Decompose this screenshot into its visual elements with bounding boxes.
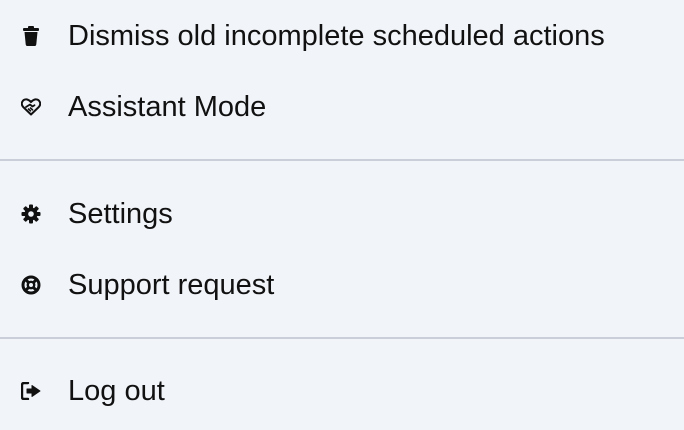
menu-item-settings[interactable]: Settings <box>0 187 684 241</box>
menu-divider <box>0 337 684 339</box>
menu-item-support-request[interactable]: Support request <box>0 258 684 312</box>
menu-item-label: Log out <box>68 374 165 407</box>
menu-item-assistant-mode[interactable]: Assistant Mode <box>0 80 684 134</box>
gear-icon <box>20 203 42 225</box>
menu-item-log-out[interactable]: Log out <box>0 364 684 418</box>
menu-item-dismiss-old-scheduled-actions[interactable]: Dismiss old incomplete scheduled actions <box>0 9 684 63</box>
menu-item-label: Assistant Mode <box>68 90 267 123</box>
trash-icon <box>20 25 42 47</box>
menu-item-label: Settings <box>68 197 173 230</box>
life-ring-icon <box>20 274 42 296</box>
menu-item-label: Dismiss old incomplete scheduled actions <box>68 19 605 52</box>
handshake-heart-icon <box>20 96 42 118</box>
menu-item-label: Support request <box>68 268 275 301</box>
menu-divider <box>0 159 684 161</box>
user-menu: Dismiss old incomplete scheduled actions… <box>0 0 684 430</box>
sign-out-icon <box>20 380 42 402</box>
